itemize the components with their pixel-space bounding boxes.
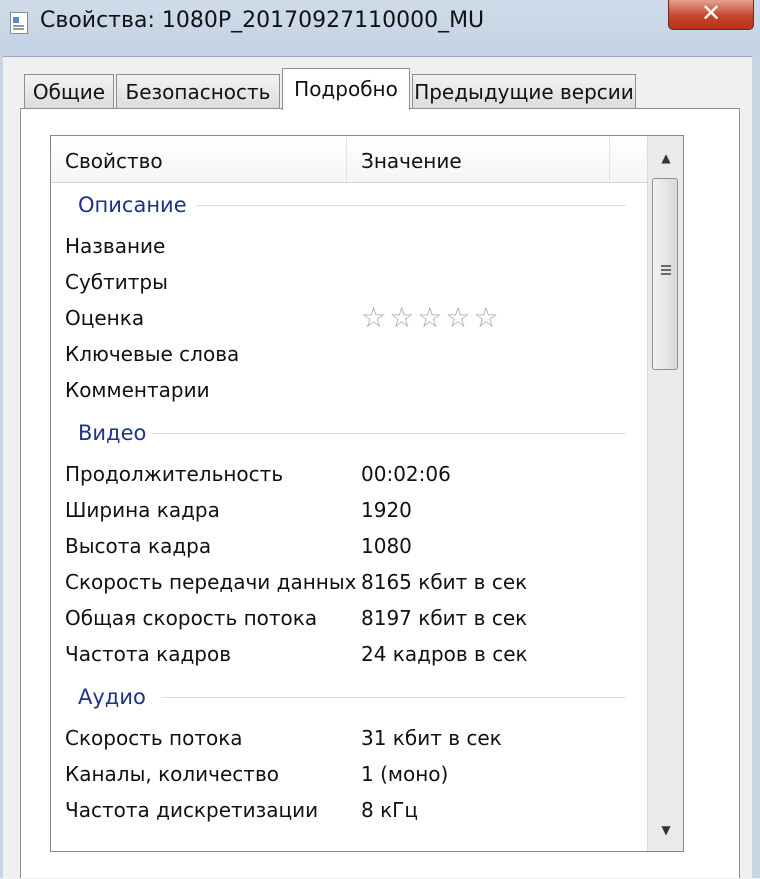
group-header-video[interactable]: Видео <box>78 421 146 445</box>
property-name[interactable]: Скорость потока <box>65 726 243 750</box>
column-header-property[interactable]: Свойство <box>65 136 163 182</box>
scroll-down-arrow-icon[interactable]: ▼ <box>648 816 683 844</box>
tab-security[interactable]: Безопасность <box>116 74 280 108</box>
rating-stars[interactable]: ☆ ☆ ☆ ☆ ☆ <box>361 304 499 332</box>
property-name[interactable]: Оценка <box>65 306 144 330</box>
property-value[interactable]: 1080 <box>361 534 412 558</box>
vertical-scrollbar[interactable]: ▲ ▼ <box>647 136 683 851</box>
property-name[interactable]: Продолжительность <box>65 462 283 486</box>
tab-previous-versions[interactable]: Предыдущие версии <box>412 74 636 108</box>
column-header-value[interactable]: Значение <box>361 136 462 182</box>
star-icon[interactable]: ☆ <box>417 304 442 332</box>
property-name[interactable]: Каналы, количество <box>65 762 279 786</box>
star-icon[interactable]: ☆ <box>473 304 498 332</box>
star-icon[interactable]: ☆ <box>361 304 386 332</box>
property-value[interactable]: 1920 <box>361 498 412 522</box>
property-name[interactable]: Ширина кадра <box>65 498 220 522</box>
properties-list: Свойство Значение Описание Название Субт… <box>50 135 684 852</box>
star-icon[interactable]: ☆ <box>389 304 414 332</box>
property-value[interactable]: 8165 кбит в сек <box>361 570 527 594</box>
property-value[interactable]: 24 кадров в сек <box>361 642 528 666</box>
property-name[interactable]: Частота кадров <box>65 642 231 666</box>
property-value[interactable]: 1 (моно) <box>361 762 448 786</box>
title-bar: Свойства: 1080P_20170927110000_MU ✕ <box>0 0 760 56</box>
property-name[interactable]: Ключевые слова <box>65 342 239 366</box>
window-right-border <box>752 56 760 878</box>
tab-general[interactable]: Общие <box>24 74 114 108</box>
property-name[interactable]: Субтитры <box>65 270 168 294</box>
close-button[interactable]: ✕ <box>668 0 754 30</box>
property-value[interactable]: 8197 кбит в сек <box>361 606 527 630</box>
property-name[interactable]: Общая скорость потока <box>65 606 317 630</box>
column-divider[interactable] <box>346 136 347 182</box>
group-divider <box>161 697 626 698</box>
tab-details[interactable]: Подробно <box>282 68 410 110</box>
property-name[interactable]: Частота дискретизации <box>65 798 318 822</box>
group-divider <box>196 205 626 206</box>
group-header-audio[interactable]: Аудио <box>78 685 146 709</box>
star-icon[interactable]: ☆ <box>445 304 470 332</box>
property-name[interactable]: Название <box>65 234 165 258</box>
property-name[interactable]: Комментарии <box>65 378 210 402</box>
property-value[interactable]: 31 кбит в сек <box>361 726 502 750</box>
group-divider <box>151 433 626 434</box>
property-value[interactable]: 00:02:06 <box>361 462 451 486</box>
scroll-thumb[interactable] <box>652 178 678 370</box>
group-header-description[interactable]: Описание <box>78 193 187 217</box>
scroll-up-arrow-icon[interactable]: ▲ <box>648 144 683 172</box>
grip-icon <box>661 265 671 267</box>
window-title: Свойства: 1080P_20170927110000_MU <box>40 8 485 33</box>
property-name[interactable]: Высота кадра <box>65 534 211 558</box>
property-name[interactable]: Скорость передачи данных <box>65 570 357 594</box>
list-header: Свойство Значение <box>51 136 647 183</box>
file-icon <box>10 12 28 34</box>
property-value[interactable]: 8 кГц <box>361 798 418 822</box>
column-divider <box>609 136 610 182</box>
window-left-border <box>0 56 3 878</box>
